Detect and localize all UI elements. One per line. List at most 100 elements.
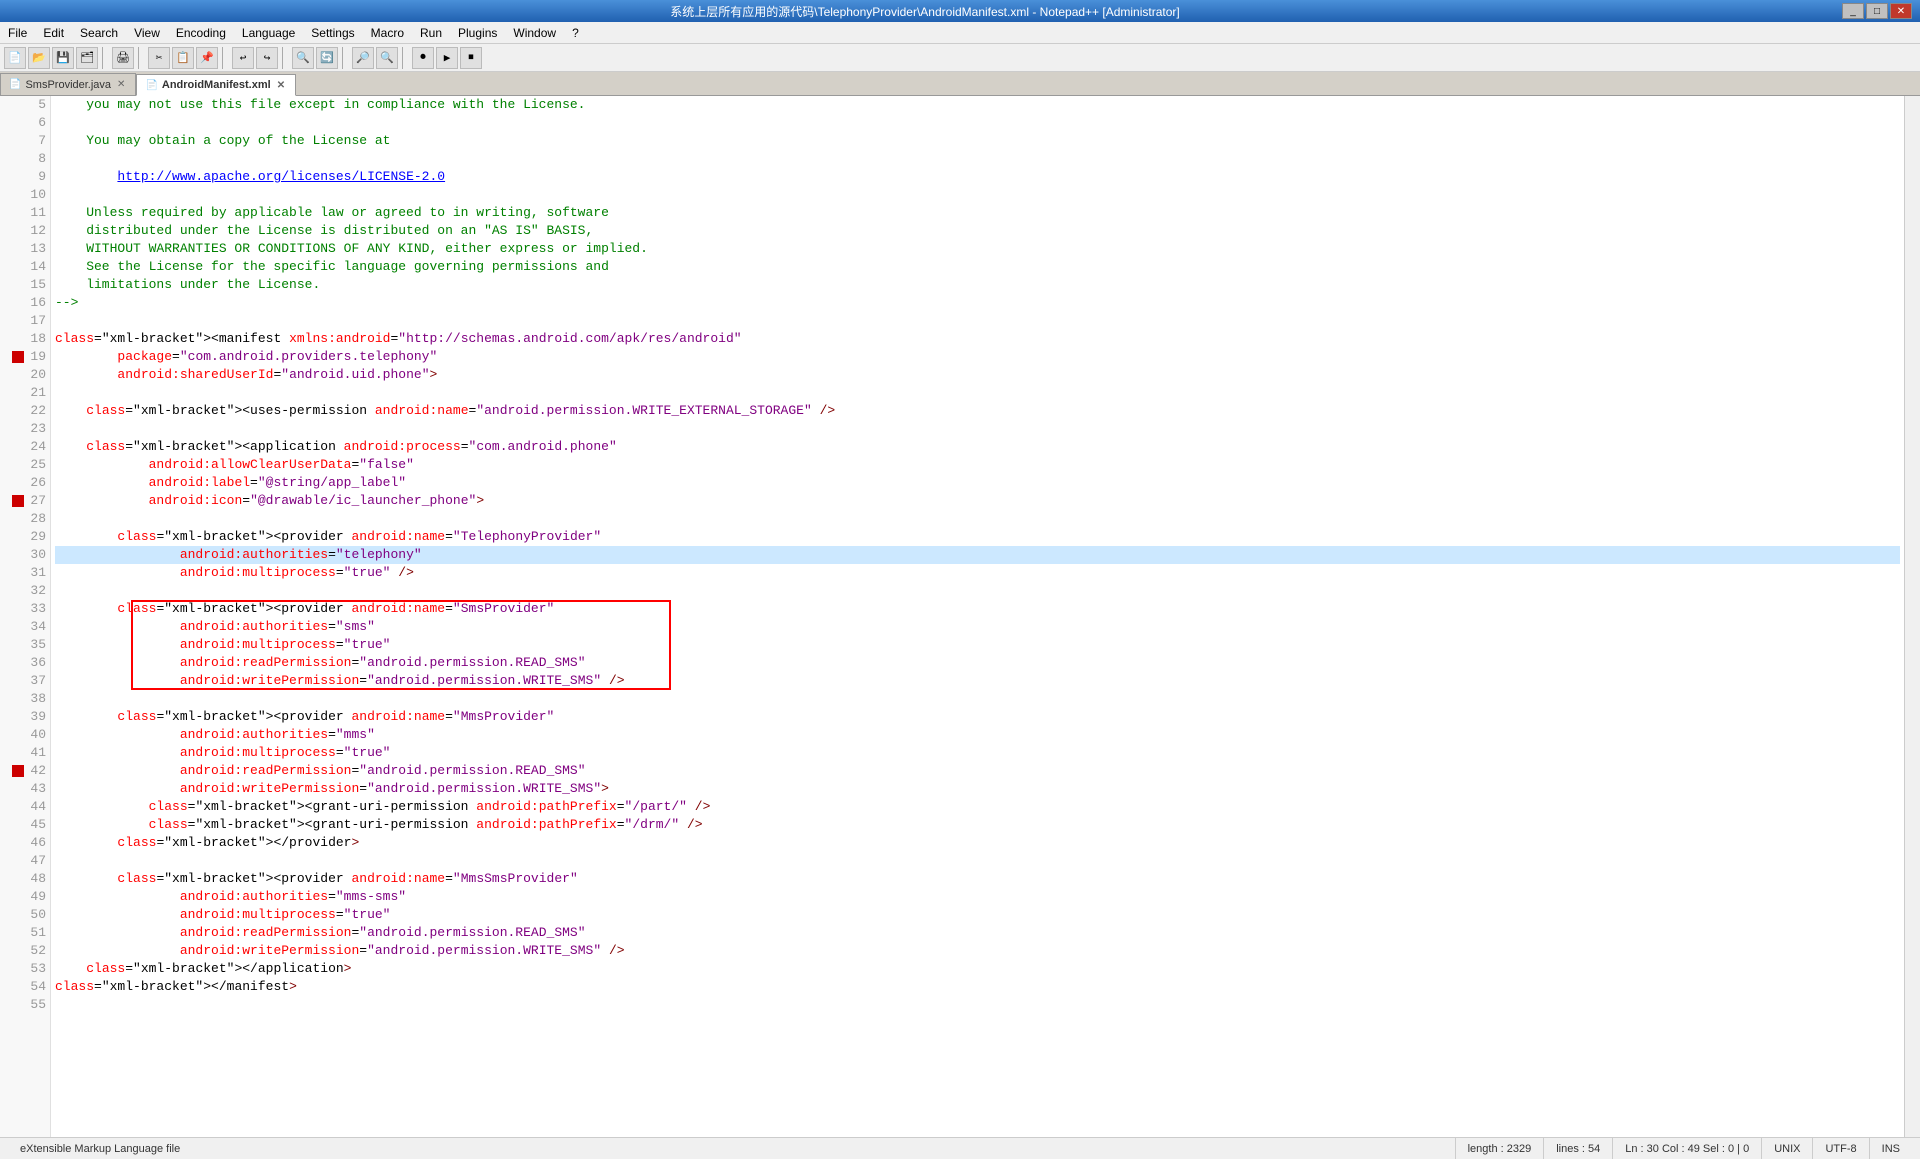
code-line-15: limitations under the License.: [55, 276, 1900, 294]
menu-edit[interactable]: Edit: [35, 22, 72, 43]
line-number-44: 44: [0, 798, 50, 816]
line-number-39: 39: [0, 708, 50, 726]
line-number-36: 36: [0, 654, 50, 672]
menu-run[interactable]: Run: [412, 22, 450, 43]
toolbar-open[interactable]: 📂: [28, 47, 50, 69]
toolbar-record[interactable]: ⏺: [412, 47, 434, 69]
title-bar-text: 系统上层所有应用的源代码\TelephonyProvider\AndroidMa…: [8, 3, 1842, 20]
toolbar-new[interactable]: 📄: [4, 47, 26, 69]
code-line-6: [55, 114, 1900, 132]
menu-help[interactable]: ?: [564, 22, 587, 43]
status-position: Ln : 30 Col : 49 Sel : 0 | 0: [1613, 1138, 1762, 1159]
toolbar-zoom-in[interactable]: 🔎: [352, 47, 374, 69]
code-line-40: android:authorities="mms": [55, 726, 1900, 744]
menu-macro[interactable]: Macro: [363, 22, 412, 43]
menu-window[interactable]: Window: [505, 22, 564, 43]
menu-file[interactable]: File: [0, 22, 35, 43]
tabs-bar: 📄 SmsProvider.java ✕ 📄 AndroidManifest.x…: [0, 72, 1920, 96]
line-number-49: 49: [0, 888, 50, 906]
line-number-17: 17: [0, 312, 50, 330]
toolbar-save-all[interactable]: 🗂: [76, 47, 98, 69]
code-line-55: [55, 996, 1900, 1014]
code-line-12: distributed under the License is distrib…: [55, 222, 1900, 240]
toolbar-paste[interactable]: 📌: [196, 47, 218, 69]
minimize-button[interactable]: _: [1842, 3, 1864, 19]
tab-androidmanifest-icon: 📄: [145, 80, 157, 91]
code-line-17: [55, 312, 1900, 330]
line-number-41: 41: [0, 744, 50, 762]
line-number-18: 18: [0, 330, 50, 348]
code-line-41: android:multiprocess="true": [55, 744, 1900, 762]
menu-search[interactable]: Search: [72, 22, 126, 43]
menu-encoding[interactable]: Encoding: [168, 22, 234, 43]
line-number-10: 10: [0, 186, 50, 204]
code-line-53: class="xml-bracket"></application>: [55, 960, 1900, 978]
toolbar-replace[interactable]: 🔄: [316, 47, 338, 69]
line-number-35: 35: [0, 636, 50, 654]
line-number-22: 22: [0, 402, 50, 420]
line-number-23: 23: [0, 420, 50, 438]
toolbar-cut[interactable]: ✂: [148, 47, 170, 69]
code-line-10: [55, 186, 1900, 204]
toolbar-save[interactable]: 💾: [52, 47, 74, 69]
toolbar-stop[interactable]: ⏹: [460, 47, 482, 69]
code-scroll-area[interactable]: you may not use this file except in comp…: [51, 96, 1904, 1137]
line-number-13: 13: [0, 240, 50, 258]
line-number-27: 27: [0, 492, 50, 510]
toolbar-copy[interactable]: 📋: [172, 47, 194, 69]
menu-language[interactable]: Language: [234, 22, 303, 43]
status-line-ending: UNIX: [1762, 1138, 1813, 1159]
toolbar-redo[interactable]: ↪: [256, 47, 278, 69]
line-number-54: 54: [0, 978, 50, 996]
code-line-5: you may not use this file except in comp…: [55, 96, 1900, 114]
tab-androidmanifest-label: AndroidManifest.xml: [162, 79, 271, 91]
separator2: [138, 47, 144, 69]
code-line-37: android:writePermission="android.permiss…: [55, 672, 1900, 690]
line-number-46: 46: [0, 834, 50, 852]
code-line-46: class="xml-bracket"></provider>: [55, 834, 1900, 852]
line-number-25: 25: [0, 456, 50, 474]
toolbar-play[interactable]: ▶: [436, 47, 458, 69]
code-line-16: -->: [55, 294, 1900, 312]
tab-androidmanifest-close[interactable]: ✕: [275, 80, 287, 91]
code-line-13: WITHOUT WARRANTIES OR CONDITIONS OF ANY …: [55, 240, 1900, 258]
line-number-12: 12: [0, 222, 50, 240]
code-line-22: class="xml-bracket"><uses-permission and…: [55, 402, 1900, 420]
code-line-23: [55, 420, 1900, 438]
toolbar-find[interactable]: 🔍: [292, 47, 314, 69]
line-number-16: 16: [0, 294, 50, 312]
line-number-42: 42: [0, 762, 50, 780]
code-line-51: android:readPermission="android.permissi…: [55, 924, 1900, 942]
line-number-11: 11: [0, 204, 50, 222]
title-bar-controls: _ □ ✕: [1842, 3, 1912, 19]
tab-smsprovider-icon: 📄: [9, 79, 21, 90]
tab-androidmanifest[interactable]: 📄 AndroidManifest.xml ✕: [136, 74, 296, 96]
code-line-47: [55, 852, 1900, 870]
toolbar: 📄 📂 💾 🗂 🖨 ✂ 📋 📌 ↩ ↪ 🔍 🔄 🔎 🔍 ⏺ ▶ ⏹: [0, 44, 1920, 72]
toolbar-undo[interactable]: ↩: [232, 47, 254, 69]
line-number-43: 43: [0, 780, 50, 798]
menu-settings[interactable]: Settings: [303, 22, 362, 43]
tab-smsprovider-close[interactable]: ✕: [115, 79, 127, 90]
close-button[interactable]: ✕: [1890, 3, 1912, 19]
menu-view[interactable]: View: [126, 22, 168, 43]
tab-smsprovider[interactable]: 📄 SmsProvider.java ✕: [0, 73, 136, 95]
toolbar-print[interactable]: 🖨: [112, 47, 134, 69]
line-number-28: 28: [0, 510, 50, 528]
code-line-48: class="xml-bracket"><provider android:na…: [55, 870, 1900, 888]
code-line-7: You may obtain a copy of the License at: [55, 132, 1900, 150]
menu-plugins[interactable]: Plugins: [450, 22, 505, 43]
line-number-21: 21: [0, 384, 50, 402]
toolbar-zoom-out[interactable]: 🔍: [376, 47, 398, 69]
separator4: [282, 47, 288, 69]
maximize-button[interactable]: □: [1866, 3, 1888, 19]
code-line-25: android:allowClearUserData="false": [55, 456, 1900, 474]
line-number-8: 8: [0, 150, 50, 168]
separator1: [102, 47, 108, 69]
scrollbar-vertical[interactable]: [1904, 96, 1920, 1137]
code-line-44: class="xml-bracket"><grant-uri-permissio…: [55, 798, 1900, 816]
code-line-49: android:authorities="mms-sms": [55, 888, 1900, 906]
code-line-21: [55, 384, 1900, 402]
code-editor[interactable]: you may not use this file except in comp…: [51, 96, 1904, 1014]
menu-bar: File Edit Search View Encoding Language …: [0, 22, 1920, 44]
